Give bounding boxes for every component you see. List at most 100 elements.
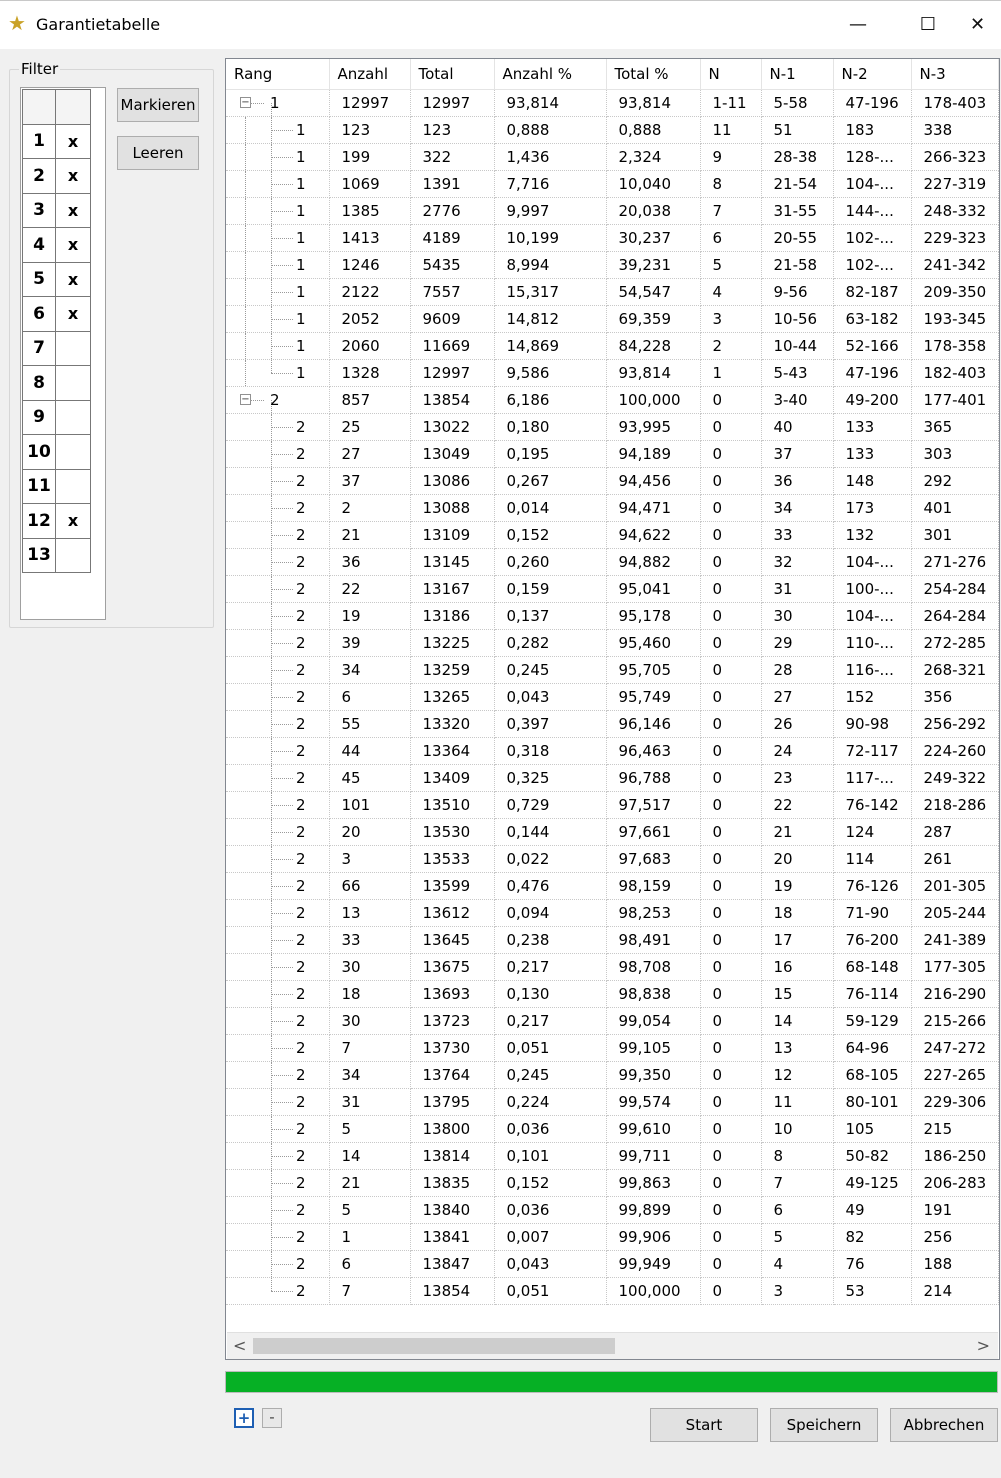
filter-mark-cell[interactable]: x	[55, 123, 91, 159]
filter-row[interactable]: 3x	[22, 192, 91, 228]
table-row[interactable]: 2 33 13645 0,238 98,491 0 17 76-200 241-389	[226, 926, 999, 954]
column-header[interactable]: Total	[410, 59, 495, 90]
table-row[interactable]: 1 1413 4189 10,199 30,237 6 20-55 102-... 229-32…	[226, 224, 999, 252]
filter-mark-cell[interactable]	[55, 365, 91, 401]
table-row[interactable]: 2 2 13088 0,014 94,471 0 34 173 401	[226, 494, 999, 522]
table-row[interactable]: 2 37 13086 0,267 94,456 0 36 148 292	[226, 467, 999, 495]
filter-row[interactable]: 7	[22, 330, 91, 366]
table-row[interactable]: 1 199 322 1,436 2,324 9 28-38 128-... 266-323	[226, 143, 999, 171]
maximize-icon[interactable]: ☐	[908, 11, 948, 39]
table-row[interactable]: 2 55 13320 0,397 96,146 0 26 90-98 256-292	[226, 710, 999, 738]
result-grid[interactable]: Rang Anzahl Total Anzahl % Total % N N-1 N-2 N-3…	[225, 58, 1000, 1360]
filter-mark-cell[interactable]	[55, 468, 91, 504]
filter-mark-cell[interactable]: x	[55, 261, 91, 297]
table-row[interactable]: 2 66 13599 0,476 98,159 0 19 76-126 201-305	[226, 872, 999, 900]
table-row[interactable]: 2 3 13533 0,022 97,683 0 20 114 261	[226, 845, 999, 873]
filter-row[interactable]: 11	[22, 468, 91, 504]
scroll-left-icon[interactable]: <	[233, 1336, 246, 1355]
table-row[interactable]: 2 22 13167 0,159 95,041 0 31 100-... 254-284	[226, 575, 999, 603]
table-row[interactable]: 1 2060 11669 14,869 84,228 2 10-44 52-166 178-35…	[226, 332, 999, 360]
filter-number-cell[interactable]: 13	[22, 537, 56, 573]
filter-mark-cell[interactable]: x	[55, 158, 91, 194]
filter-number-cell[interactable]: 9	[22, 399, 56, 435]
filter-row[interactable]: 4x	[22, 227, 91, 263]
filter-number-cell[interactable]: 10	[22, 434, 56, 470]
group-row[interactable]: −2 857 13854 6,186 100,000 0 3-40 49-200 177-401	[226, 386, 999, 414]
filter-mark-cell[interactable]	[55, 330, 91, 366]
filter-mark-cell[interactable]	[55, 399, 91, 435]
table-row[interactable]: 2 7 13730 0,051 99,105 0 13 64-96 247-272	[226, 1034, 999, 1062]
filter-mark-cell[interactable]: x	[55, 227, 91, 263]
filter-number-cell[interactable]: 6	[22, 296, 56, 332]
column-header[interactable]: N-3	[911, 59, 999, 90]
scroll-right-icon[interactable]: >	[977, 1336, 990, 1355]
close-icon[interactable]: ✕	[970, 11, 1001, 39]
column-header[interactable]: Anzahl	[329, 59, 411, 90]
column-header[interactable]: N-2	[833, 59, 912, 90]
table-row[interactable]: 2 14 13814 0,101 99,711 0 8 50-82 186-250	[226, 1142, 999, 1170]
filter-row[interactable]: 6x	[22, 296, 91, 332]
table-row[interactable]: 2 36 13145 0,260 94,882 0 32 104-... 271-276	[226, 548, 999, 576]
table-row[interactable]: 2 31 13795 0,224 99,574 0 11 80-101 229-306	[226, 1088, 999, 1116]
cancel-button[interactable]: Abbrechen	[890, 1408, 998, 1442]
filter-number-cell[interactable]: 8	[22, 365, 56, 401]
filter-number-cell[interactable]: 7	[22, 330, 56, 366]
filter-number-cell[interactable]: 1	[22, 123, 56, 159]
table-row[interactable]: 2 1 13841 0,007 99,906 0 5 82 256	[226, 1223, 999, 1251]
table-row[interactable]: 2 19 13186 0,137 95,178 0 30 104-... 264-284	[226, 602, 999, 630]
filter-number-cell[interactable]: 3	[22, 192, 56, 228]
filter-grid[interactable]: 1 x 2 x 3 x 4 x 5 x 6 x 7 8 9 10 11 12 x 13	[20, 87, 106, 620]
mark-button[interactable]: Markieren	[117, 88, 199, 122]
clear-button[interactable]: Leeren	[117, 136, 199, 170]
filter-number-cell[interactable]: 5	[22, 261, 56, 297]
horizontal-scrollbar[interactable]: < >	[227, 1332, 998, 1359]
save-button[interactable]: Speichern	[770, 1408, 878, 1442]
table-row[interactable]: 2 44 13364 0,318 96,463 0 24 72-117 224-260	[226, 737, 999, 765]
expand-all-button[interactable]: +	[234, 1408, 254, 1428]
filter-number-cell[interactable]: 2	[22, 158, 56, 194]
table-row[interactable]: 1 1069 1391 7,716 10,040 8 21-54 104-... 227-319	[226, 170, 999, 198]
collapse-all-button[interactable]: -	[262, 1408, 282, 1428]
table-row[interactable]: 1 1328 12997 9,586 93,814 1 5-43 47-196 182-403	[226, 359, 999, 387]
table-row[interactable]: 2 6 13265 0,043 95,749 0 27 152 356	[226, 683, 999, 711]
table-row[interactable]: 2 20 13530 0,144 97,661 0 21 124 287	[226, 818, 999, 846]
table-row[interactable]: 2 5 13840 0,036 99,899 0 6 49 191	[226, 1196, 999, 1224]
start-button[interactable]: Start	[650, 1408, 758, 1442]
filter-number-cell[interactable]: 11	[22, 468, 56, 504]
column-header[interactable]: Rang	[226, 59, 330, 90]
filter-mark-cell[interactable]: x	[55, 296, 91, 332]
filter-row[interactable]: 10	[22, 434, 91, 470]
filter-mark-cell[interactable]: x	[55, 192, 91, 228]
table-row[interactable]: 2 13 13612 0,094 98,253 0 18 71-90 205-244	[226, 899, 999, 927]
table-row[interactable]: 2 7 13854 0,051 100,000 0 3 53 214	[226, 1277, 999, 1305]
column-header[interactable]: N-1	[761, 59, 834, 90]
table-row[interactable]: 1 1385 2776 9,997 20,038 7 31-55 144-... 248-332	[226, 197, 999, 225]
filter-mark-cell[interactable]: x	[55, 503, 91, 539]
filter-row[interactable]: 12 x	[22, 503, 91, 539]
filter-row[interactable]: 2x	[22, 158, 91, 194]
filter-number-cell[interactable]: 4	[22, 227, 56, 263]
filter-row[interactable]: 9	[22, 399, 91, 435]
table-row[interactable]: 1 2122 7557 15,317 54,547 4 9-56 82-187 209-350	[226, 278, 999, 306]
filter-row[interactable]: 8	[22, 365, 91, 401]
filter-mark-cell[interactable]	[55, 434, 91, 470]
table-row[interactable]: 2 30 13675 0,217 98,708 0 16 68-148 177-305	[226, 953, 999, 981]
filter-row[interactable]: 1x	[22, 123, 91, 159]
table-row[interactable]: 2 18 13693 0,130 98,838 0 15 76-114 216-290	[226, 980, 999, 1008]
filter-row[interactable]: 13	[22, 537, 91, 573]
filter-row[interactable]: 5x	[22, 261, 91, 297]
table-row[interactable]: 1 2052 9609 14,812 69,359 3 10-56 63-182 193-345	[226, 305, 999, 333]
table-row[interactable]: 2 21 13835 0,152 99,863 0 7 49-125 206-283	[226, 1169, 999, 1197]
filter-mark-cell[interactable]	[55, 537, 91, 573]
table-row[interactable]: 2 5 13800 0,036 99,610 0 10 105 215	[226, 1115, 999, 1143]
table-row[interactable]: 2 6 13847 0,043 99,949 0 4 76 188	[226, 1250, 999, 1278]
table-row[interactable]: 2 34 13259 0,245 95,705 0 28 116-... 268-321	[226, 656, 999, 684]
column-header[interactable]: Anzahl %	[494, 59, 607, 90]
column-header[interactable]: Total %	[606, 59, 701, 90]
table-row[interactable]: 1 1246 5435 8,994 39,231 5 21-58 102-... 241-342	[226, 251, 999, 279]
table-row[interactable]: 2 34 13764 0,245 99,350 0 12 68-105 227-265	[226, 1061, 999, 1089]
table-row[interactable]: 1 123 123 0,888 0,888 11 51 183 338	[226, 116, 999, 144]
table-row[interactable]: 2 27 13049 0,195 94,189 0 37 133 303	[226, 440, 999, 468]
minimize-icon[interactable]: —	[838, 11, 878, 39]
table-row[interactable]: 2 30 13723 0,217 99,054 0 14 59-129 215-266	[226, 1007, 999, 1035]
